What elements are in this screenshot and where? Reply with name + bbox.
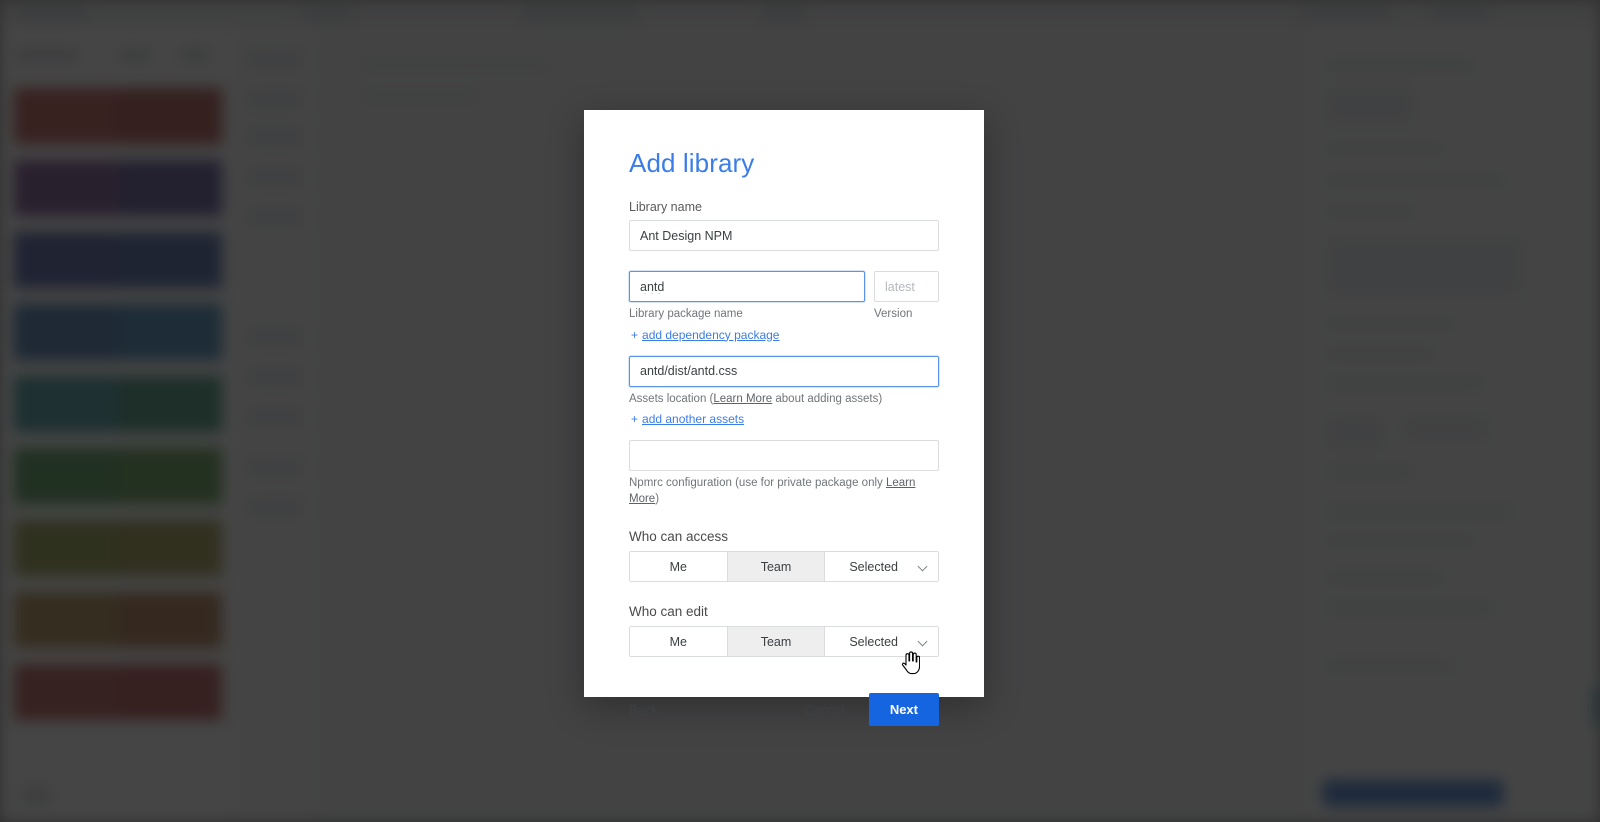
- add-dependency-package-label: add dependency package: [642, 327, 780, 342]
- chevron-down-icon: [917, 636, 928, 647]
- package-version-input[interactable]: [874, 271, 939, 302]
- npmrc-hint-suffix: ): [655, 492, 660, 505]
- who-can-access-label: Who can access: [629, 529, 729, 545]
- plus-icon: +: [631, 412, 639, 427]
- add-another-assets-label: add another assets: [642, 412, 745, 427]
- next-button[interactable]: Next: [868, 693, 939, 727]
- who-can-access-option-label: Selected: [849, 559, 898, 574]
- npmrc-config-hint: Npmrc configuration (use for private pac…: [629, 476, 939, 507]
- add-library-dialog: Add library Library name Library package…: [584, 110, 984, 727]
- dialog-footer: Back Cancel Next: [629, 693, 939, 727]
- who-can-access-option-selected[interactable]: Selected: [825, 552, 938, 582]
- who-can-edit-label: Who can edit: [629, 604, 708, 620]
- assets-hint-suffix: about adding assets): [772, 392, 883, 405]
- add-dependency-package-link[interactable]: + add dependency package: [631, 328, 779, 342]
- plus-icon: +: [631, 327, 639, 342]
- who-can-access-option-team[interactable]: Team: [727, 552, 826, 582]
- who-can-edit-option-selected[interactable]: Selected: [825, 627, 938, 657]
- npmrc-config-input[interactable]: [629, 440, 939, 472]
- back-button[interactable]: Back: [629, 702, 658, 717]
- who-can-edit-segmented-control: Me Team Selected: [629, 626, 939, 658]
- assets-location-input[interactable]: [629, 355, 939, 387]
- who-can-access-option-me[interactable]: Me: [630, 552, 728, 582]
- who-can-access-option-label: Me: [669, 559, 688, 574]
- who-can-edit-option-label: Selected: [849, 634, 898, 649]
- package-row: Library package name Version: [629, 271, 939, 323]
- who-can-access-segmented-control: Me Team Selected: [629, 551, 939, 583]
- screen: Add library Library name Library package…: [0, 0, 1600, 822]
- who-can-edit-option-me[interactable]: Me: [630, 627, 728, 657]
- who-can-edit-option-label: Team: [760, 634, 792, 649]
- who-can-access-option-label: Team: [760, 559, 792, 574]
- assets-learn-more-link[interactable]: Learn More: [713, 393, 772, 405]
- who-can-edit-option-label: Me: [669, 634, 688, 649]
- dialog-title: Add library: [629, 148, 755, 178]
- cancel-button[interactable]: Cancel: [804, 702, 844, 717]
- package-name-input[interactable]: [629, 271, 865, 302]
- assets-location-hint: Assets location (Learn More about adding…: [629, 392, 939, 408]
- npmrc-hint-prefix: Npmrc configuration (use for private pac…: [629, 477, 886, 490]
- add-another-assets-link[interactable]: + add another assets: [631, 412, 744, 426]
- library-name-label: Library name: [629, 200, 702, 214]
- chevron-down-icon: [917, 561, 928, 572]
- package-version-label: Version: [874, 308, 913, 320]
- package-name-hint: Library package name: [629, 308, 743, 320]
- assets-hint-prefix: Assets location (: [629, 392, 714, 405]
- library-name-input[interactable]: [629, 220, 939, 251]
- who-can-edit-option-team[interactable]: Team: [727, 627, 826, 657]
